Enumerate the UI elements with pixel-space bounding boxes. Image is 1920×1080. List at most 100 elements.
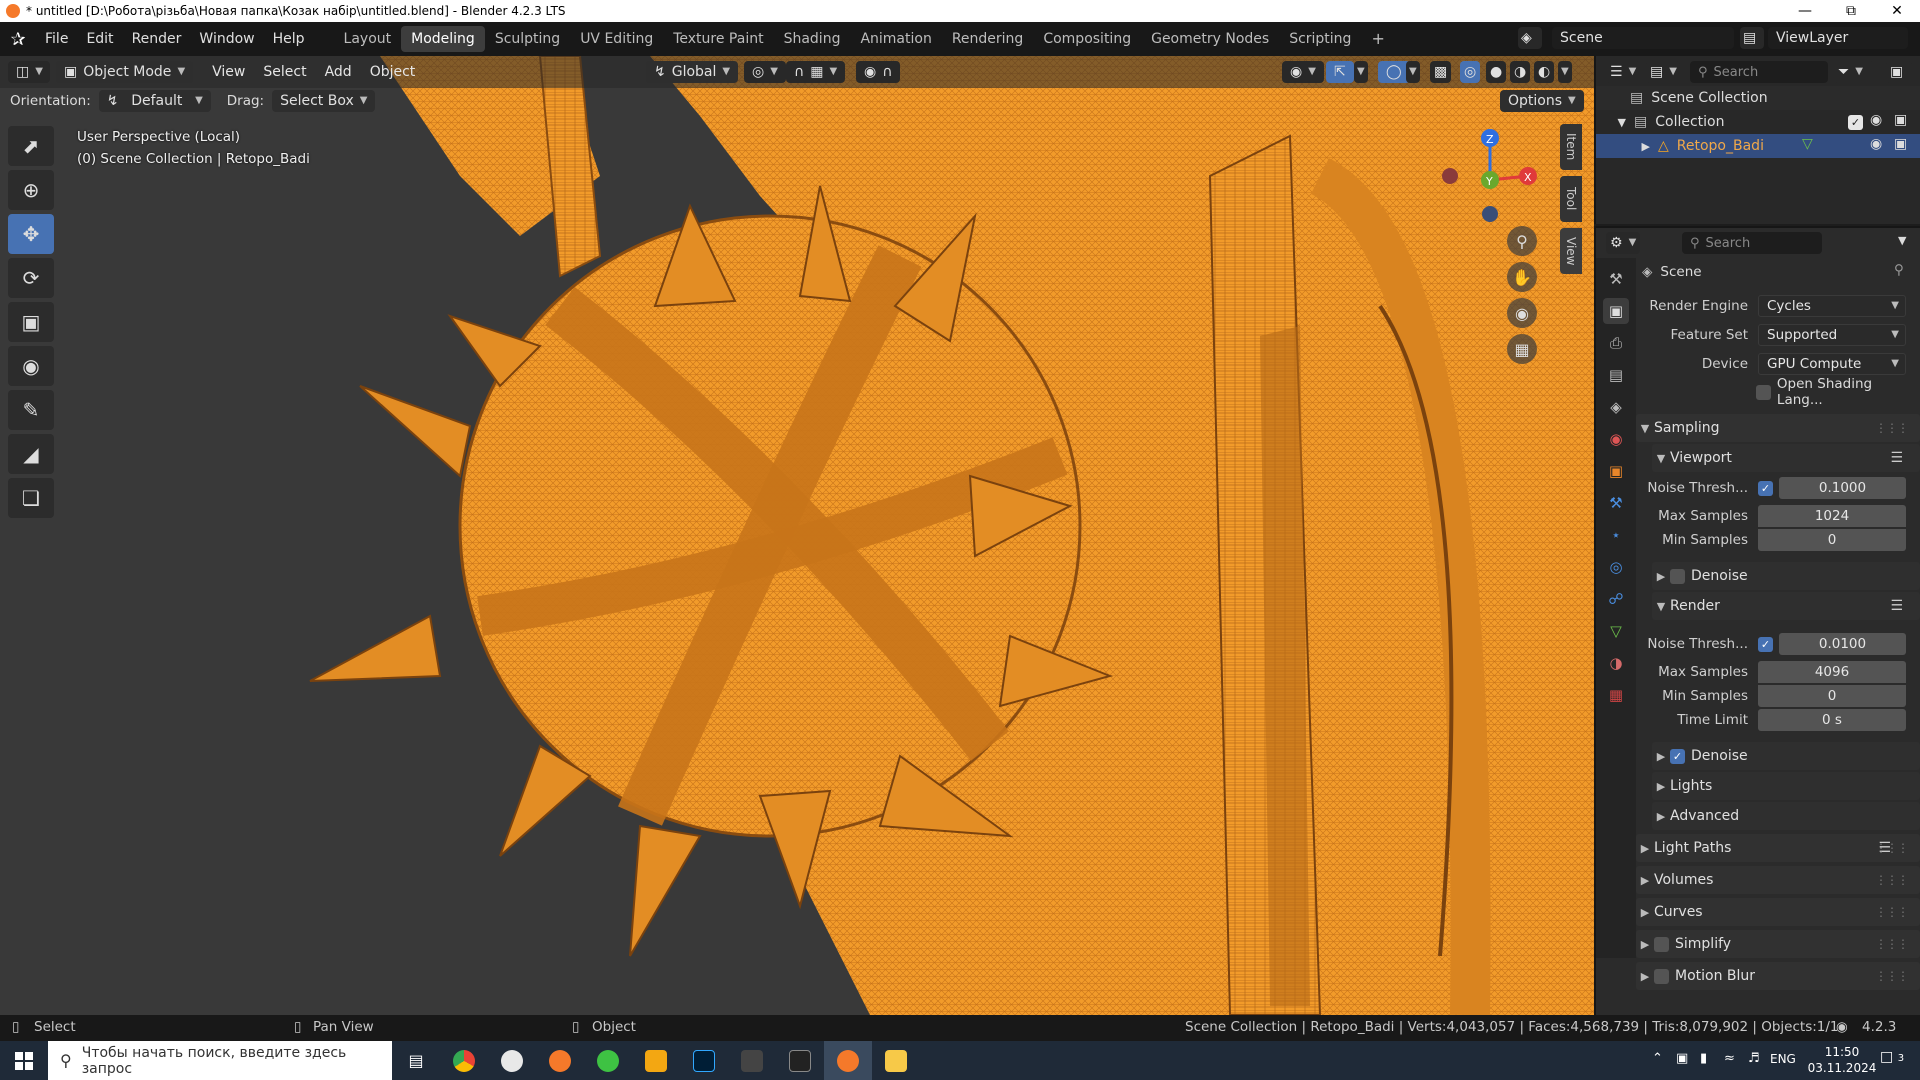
camera-render-icon[interactable]: ▣ xyxy=(1894,136,1907,152)
constraints-tab-icon[interactable]: ☍ xyxy=(1603,586,1629,612)
r-time-field[interactable]: 0 s xyxy=(1758,709,1906,731)
tray-chevron-up-icon[interactable]: ⌃ xyxy=(1652,1051,1663,1066)
vp-noise-field[interactable]: 0.1000 xyxy=(1779,477,1906,499)
start-button[interactable] xyxy=(0,1041,48,1080)
rotate-tool[interactable]: ⟳ xyxy=(8,258,54,298)
scene-field[interactable]: Scene xyxy=(1552,27,1734,49)
gizmo-toggle[interactable]: ⇱ xyxy=(1326,61,1354,83)
blender-taskbar-button-1[interactable] xyxy=(536,1041,584,1080)
r-min-field[interactable]: 0 xyxy=(1758,685,1906,707)
menu-window[interactable]: Window xyxy=(190,27,263,51)
new-collection-button[interactable]: ▣ xyxy=(1886,61,1912,83)
simplify-checkbox[interactable] xyxy=(1654,936,1669,952)
simplify-panel[interactable]: ▶ Simplify ⋮⋮⋮ xyxy=(1636,930,1920,958)
close-button[interactable]: ✕ xyxy=(1874,0,1920,22)
workspace-tab-modeling[interactable]: Modeling xyxy=(401,26,485,52)
pan-button[interactable]: ✋ xyxy=(1507,262,1537,292)
menu-help[interactable]: Help xyxy=(264,27,314,51)
blender-taskbar-button-active[interactable] xyxy=(824,1041,872,1080)
r-denoise-subpanel[interactable]: ▶ ✓ Denoise xyxy=(1652,742,1920,770)
transform-orientation-dropdown[interactable]: ↯ Global ▼ xyxy=(646,61,739,83)
data-tab-icon[interactable]: ▽ xyxy=(1603,618,1629,644)
chevron-down-icon[interactable]: ▼ xyxy=(1898,234,1906,247)
eye-icon[interactable]: ◉ xyxy=(1870,112,1882,128)
viewlayer-icon[interactable]: ▤ xyxy=(1740,27,1764,49)
r-denoise-checkbox[interactable]: ✓ xyxy=(1670,748,1685,764)
zoom-button[interactable]: ⚲ xyxy=(1507,226,1537,256)
zbrush-taskbar-button[interactable] xyxy=(728,1041,776,1080)
material-tab-icon[interactable]: ◑ xyxy=(1603,650,1629,676)
cursor-tool[interactable]: ⊕ xyxy=(8,170,54,210)
osl-checkbox[interactable] xyxy=(1756,384,1771,400)
shading-rendered[interactable]: ◐ xyxy=(1534,61,1555,83)
render-tab-icon[interactable]: ▣ xyxy=(1603,298,1629,324)
display-mode-dropdown[interactable]: ▤ ▼ xyxy=(1646,61,1680,83)
outliner-row-collection[interactable]: ▼ ▤ Collection ✓ ◉ ▣ xyxy=(1596,110,1920,134)
workspace-tab-rendering[interactable]: Rendering xyxy=(942,26,1034,52)
scene-tab-icon[interactable]: ◈ xyxy=(1603,394,1629,420)
gizmo-dropdown[interactable]: ▼ xyxy=(1354,61,1368,83)
overlays-toggle[interactable]: ◯ xyxy=(1378,61,1410,83)
viewport-menu-add[interactable]: Add xyxy=(316,64,361,80)
viewport-menu-object[interactable]: Object xyxy=(361,64,425,80)
workspace-tab-geometry-nodes[interactable]: Geometry Nodes xyxy=(1141,26,1279,52)
presets-list-icon[interactable]: ☰ xyxy=(1890,598,1903,614)
feature-set-dropdown[interactable]: Supported ▼ xyxy=(1758,324,1906,346)
camera-view-button[interactable]: ◉ xyxy=(1507,298,1537,328)
r-noise-field[interactable]: 0.0100 xyxy=(1779,633,1906,655)
r-noise-checkbox[interactable]: ✓ xyxy=(1758,636,1773,652)
shading-wireframe[interactable]: ◎ xyxy=(1460,61,1481,83)
output-tab-icon[interactable]: ⎙ xyxy=(1603,330,1629,356)
transform-tool[interactable]: ◉ xyxy=(8,346,54,386)
drag-handle-icon[interactable]: ⋮⋮⋮ xyxy=(1875,937,1909,951)
select-box-tool[interactable]: ⬈ xyxy=(8,126,54,166)
taskbar-search-input[interactable]: ⚲ Чтобы начать поиск, введите здесь запр… xyxy=(48,1041,392,1080)
photoshop-taskbar-button[interactable] xyxy=(680,1041,728,1080)
presets-list-icon[interactable]: ☰ xyxy=(1890,450,1903,466)
measure-tool[interactable]: ◢ xyxy=(8,434,54,474)
xp-pen-taskbar-button[interactable] xyxy=(776,1041,824,1080)
sidebar-tab-view[interactable]: View xyxy=(1560,228,1582,274)
move-tool[interactable]: ✥ xyxy=(8,214,54,254)
viewlayer-field[interactable]: ViewLayer xyxy=(1768,27,1908,49)
physics-tab-icon[interactable]: ◎ xyxy=(1603,554,1629,580)
minimize-button[interactable]: — xyxy=(1782,0,1828,22)
battery-icon[interactable]: ▮ xyxy=(1700,1051,1707,1066)
tray-app-icon[interactable]: ▣ xyxy=(1676,1051,1688,1066)
drag-handle-icon[interactable]: ⋮⋮⋮ xyxy=(1875,873,1909,887)
scene-icon[interactable]: ◈ xyxy=(1518,27,1542,49)
language-indicator[interactable]: ENG xyxy=(1770,1052,1796,1066)
app-taskbar-button-5[interactable] xyxy=(632,1041,680,1080)
workspace-tab-compositing[interactable]: Compositing xyxy=(1033,26,1141,52)
workspace-tab-uv-editing[interactable]: UV Editing xyxy=(570,26,663,52)
outliner-row-retopo-badi[interactable]: ▶ △ Retopo_Badi ▽ ◉ ▣ xyxy=(1596,134,1920,158)
workspace-tab-shading[interactable]: Shading xyxy=(774,26,851,52)
clock[interactable]: 11:50 03.11.2024 xyxy=(1806,1044,1878,1076)
annotate-tool[interactable]: ✎ xyxy=(8,390,54,430)
viewport-menu-view[interactable]: View xyxy=(203,64,254,80)
navigation-gizmo[interactable]: Z X Y xyxy=(1430,120,1540,240)
shading-material[interactable]: ◑ xyxy=(1510,61,1531,83)
motion-blur-checkbox[interactable] xyxy=(1654,968,1669,984)
pin-icon[interactable]: ⚲ xyxy=(1894,262,1904,278)
add-workspace-icon[interactable]: + xyxy=(1361,26,1394,52)
outliner-editor-type[interactable]: ☰ ▼ xyxy=(1606,61,1640,83)
explorer-taskbar-button[interactable] xyxy=(872,1041,920,1080)
tool-tab-icon[interactable]: ⚒ xyxy=(1603,266,1629,292)
curves-panel[interactable]: ▶ Curves ⋮⋮⋮ xyxy=(1636,898,1920,926)
workspace-tab-layout[interactable]: Layout xyxy=(334,26,402,52)
editor-type-button[interactable]: ◫ ▼ xyxy=(8,61,50,83)
sampling-panel-header[interactable]: ▼ Sampling ⋮⋮⋮ xyxy=(1636,414,1920,442)
vp-min-field[interactable]: 0 xyxy=(1758,529,1906,551)
camera-render-icon[interactable]: ▣ xyxy=(1894,112,1907,128)
lights-subpanel[interactable]: ▶ Lights xyxy=(1652,772,1920,800)
options-dropdown[interactable]: Options ▼ xyxy=(1500,90,1584,112)
eye-icon[interactable]: ◉ xyxy=(1870,136,1882,152)
restore-button[interactable]: ⧉ xyxy=(1828,0,1874,22)
xray-toggle[interactable]: ▩ xyxy=(1430,61,1452,83)
orientation-dropdown[interactable]: ↯ Default ▼ xyxy=(98,90,211,112)
properties-editor-type[interactable]: ⚙ ▼ xyxy=(1606,232,1640,254)
ortho-toggle-button[interactable]: ▦ xyxy=(1507,334,1537,364)
view-layer-tab-icon[interactable]: ▤ xyxy=(1603,362,1629,388)
world-tab-icon[interactable]: ◉ xyxy=(1603,426,1629,452)
